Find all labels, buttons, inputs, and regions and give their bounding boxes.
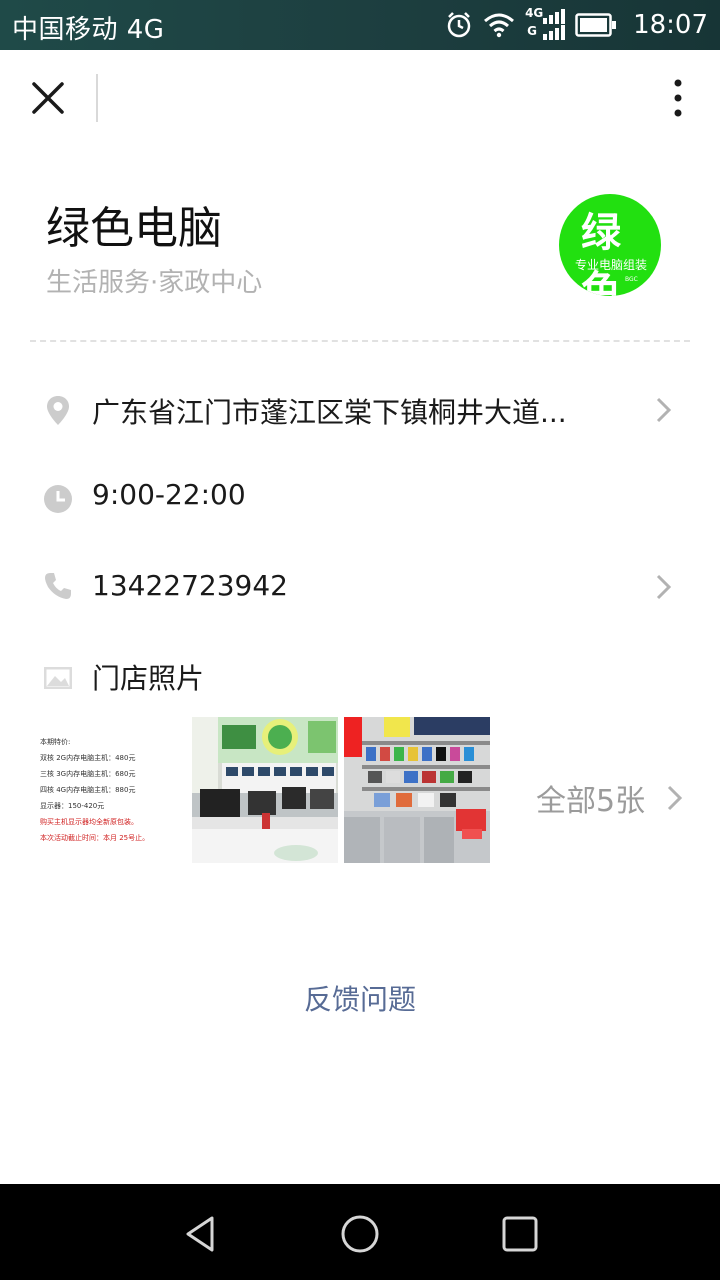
address-row[interactable]: 广东省江门市蓬江区棠下镇桐井大道... — [0, 380, 720, 440]
phone-text: 13422723942 — [92, 569, 288, 602]
price-line: 显示器：150-420元 — [40, 802, 105, 810]
carrier-label: 中国移动 4G — [12, 15, 165, 45]
chevron-right-icon — [656, 574, 672, 600]
top-bar — [0, 50, 720, 146]
battery-icon — [575, 13, 617, 37]
photos-all-label: 全部5张 — [536, 784, 646, 819]
hours-text: 9:00-22:00 — [92, 478, 246, 511]
price-line: 购买主机显示器均全新原包装。 — [40, 818, 138, 826]
alarm-icon — [447, 12, 471, 38]
photos-row: 门店照片 — [0, 644, 720, 704]
price-line: 双核 2G内存电脑主机：480元 — [40, 754, 136, 762]
photo-thumb-price-list[interactable]: 本期特价: 双核 2G内存电脑主机：480元 三核 3G内存电脑主机：680元 … — [38, 717, 184, 863]
topbar-divider — [96, 74, 98, 122]
photo-thumb-shelves[interactable] — [344, 717, 490, 863]
logo-tiny-text: BGC — [625, 276, 638, 283]
price-line: 本期特价: — [40, 738, 71, 746]
shop-name: 绿色电脑 — [46, 203, 222, 254]
header-divider — [30, 340, 690, 342]
back-icon[interactable] — [178, 1212, 222, 1256]
shelves-image — [344, 717, 490, 863]
home-icon[interactable] — [338, 1212, 382, 1256]
recents-icon[interactable] — [498, 1212, 542, 1256]
hours-row: 9:00-22:00 — [0, 466, 720, 526]
phone-icon — [45, 573, 71, 599]
address-text: 广东省江门市蓬江区棠下镇桐井大道... — [92, 396, 567, 429]
shop-logo[interactable]: 绿色 专业电脑组装 BGC — [559, 194, 661, 296]
image-icon — [44, 667, 72, 689]
more-vertical-icon[interactable] — [666, 76, 690, 120]
location-icon — [47, 396, 69, 425]
feedback-link[interactable]: 反馈问题 — [0, 978, 720, 1018]
chevron-right-icon — [667, 785, 683, 811]
price-line: 本次活动截止时间：本月 25号止。 — [40, 834, 150, 842]
clock-icon — [44, 485, 72, 513]
chevron-right-icon — [656, 397, 672, 423]
close-icon[interactable] — [26, 76, 70, 120]
price-line: 三核 3G内存电脑主机：680元 — [40, 770, 136, 778]
logo-main-text: 绿色 — [581, 210, 623, 296]
price-line: 四核 4G内存电脑主机：880元 — [40, 786, 136, 794]
wifi-icon — [484, 13, 515, 38]
shop-category: 生活服务·家政中心 — [46, 268, 263, 298]
phone-row[interactable]: 13422723942 — [0, 556, 720, 616]
store-front-image — [192, 717, 338, 863]
photos-label: 门店照片 — [92, 662, 205, 695]
photo-thumb-store-front[interactable] — [192, 717, 338, 863]
status-icons: 4G G 18:07 — [445, 6, 708, 43]
navigation-bar — [0, 1184, 720, 1280]
status-time: 18:07 — [633, 10, 708, 40]
status-bar: 中国移动 4G 4G G 18:07 — [0, 0, 720, 50]
signal-icon: 4G G — [525, 6, 566, 42]
logo-sub-text: 专业电脑组装 — [575, 258, 648, 272]
